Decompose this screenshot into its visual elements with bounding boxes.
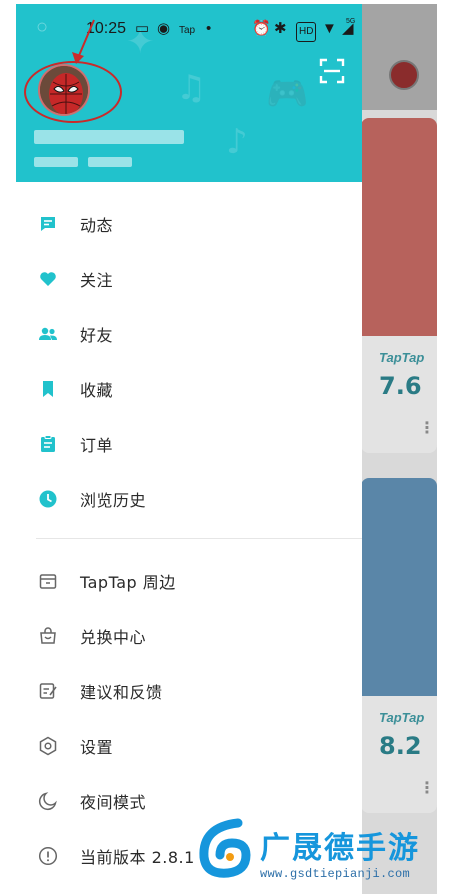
- menu-item-orders[interactable]: 订单: [16, 416, 362, 471]
- menu-item-store[interactable]: TapTap 周边: [16, 553, 362, 608]
- scan-button[interactable]: [319, 58, 345, 84]
- alarm-icon: ⏰: [252, 20, 271, 37]
- card-brand: TapTap: [379, 350, 425, 365]
- user-id-redacted: [88, 157, 132, 167]
- menu-item-friends[interactable]: 好友: [16, 306, 362, 361]
- navigation-drawer: 🎮 ♫ ♪ ✦ ○ 10:25 ▭ ◉ Tap • ⏰ ✱ HD ▼ ◢5G: [16, 4, 362, 894]
- pattern-note-icon: ♪: [226, 122, 248, 162]
- pattern-note-icon: ♫: [176, 68, 207, 108]
- info-icon: [38, 846, 58, 865]
- menu-label: TapTap 周边: [80, 572, 176, 592]
- menu-item-feed[interactable]: 动态: [16, 196, 362, 251]
- watermark-url: www.gsdtiepianji.com: [260, 867, 411, 881]
- game-card-image: [361, 478, 437, 696]
- menu-item-following[interactable]: 关注: [16, 251, 362, 306]
- annotation-arrow-icon: [72, 19, 95, 64]
- menu-label: 订单: [80, 435, 114, 455]
- username-redacted: [34, 130, 184, 144]
- record-icon: ◉: [157, 20, 171, 37]
- menu-label: 当前版本 2.8.1: [80, 847, 195, 867]
- pattern-gamepad-icon: 🎮: [266, 74, 309, 114]
- feedback-icon: [39, 682, 57, 699]
- signal-label: 5G: [346, 18, 356, 25]
- background-game-card: TapTap 8.2 ⋮: [361, 478, 437, 813]
- background-game-card: TapTap 7.6 ⋮: [361, 118, 437, 453]
- bluetooth-icon: ✱: [274, 20, 287, 37]
- wifi-icon: ▼: [322, 20, 337, 37]
- heart-icon: [40, 271, 56, 286]
- dot-icon: •: [206, 20, 212, 37]
- menu-label: 浏览历史: [80, 490, 147, 510]
- menu-label: 动态: [80, 215, 114, 235]
- moon-icon: [38, 791, 57, 810]
- menu-divider: [36, 538, 362, 539]
- menu-label: 建议和反馈: [80, 682, 163, 702]
- menu-label: 好友: [80, 325, 114, 345]
- menu-label: 夜间模式: [80, 792, 147, 812]
- screen: TapTap 7.6 ⋮ TapTap 8.2 ⋮ 🎮 ♫ ♪ ✦ ○ 10:2…: [0, 0, 453, 894]
- card-score: 7.6: [379, 372, 422, 400]
- settings-icon: [39, 736, 57, 755]
- tap-badge: Tap: [179, 25, 196, 36]
- hd-badge: HD: [296, 22, 317, 42]
- background-avatar: [389, 60, 419, 90]
- watermark-title: 广晟德手游: [260, 831, 420, 866]
- watermark-logo-icon: [199, 818, 251, 878]
- menu-item-settings[interactable]: 设置: [16, 718, 362, 773]
- clock-icon: [39, 490, 57, 507]
- store-icon: [39, 573, 57, 589]
- more-options-icon: ⋮: [419, 418, 435, 437]
- menu-label: 设置: [80, 737, 114, 757]
- menu-label: 收藏: [80, 380, 114, 400]
- menu-label: 兑换中心: [80, 627, 147, 647]
- scan-icon: [319, 58, 345, 84]
- friends-icon: [39, 327, 57, 340]
- drawer-header: 🎮 ♫ ♪ ✦ ○ 10:25 ▭ ◉ Tap • ⏰ ✱ HD ▼ ◢ 5G: [16, 4, 362, 182]
- menu-label: 关注: [80, 270, 114, 290]
- bag-icon: [40, 626, 56, 644]
- feed-icon: [41, 216, 55, 231]
- menu-item-history[interactable]: 浏览历史: [16, 471, 362, 526]
- watermark: 广晟德手游 www.gsdtiepianji.com: [190, 815, 453, 894]
- signal-icon: ◢ 5G: [342, 18, 355, 38]
- user-id-redacted: [34, 157, 78, 167]
- card-score: 8.2: [379, 732, 422, 760]
- more-options-icon: ⋮: [419, 778, 435, 797]
- message-icon: ▭: [135, 20, 150, 37]
- game-card-image: [361, 118, 437, 336]
- card-brand: TapTap: [379, 710, 425, 725]
- menu-item-exchange-center[interactable]: 兑换中心: [16, 608, 362, 663]
- order-icon: [41, 434, 55, 452]
- menu-item-feedback[interactable]: 建议和反馈: [16, 663, 362, 718]
- menu-item-favorites[interactable]: 收藏: [16, 361, 362, 416]
- bookmark-icon: [43, 380, 53, 397]
- search-icon: ○: [36, 16, 49, 38]
